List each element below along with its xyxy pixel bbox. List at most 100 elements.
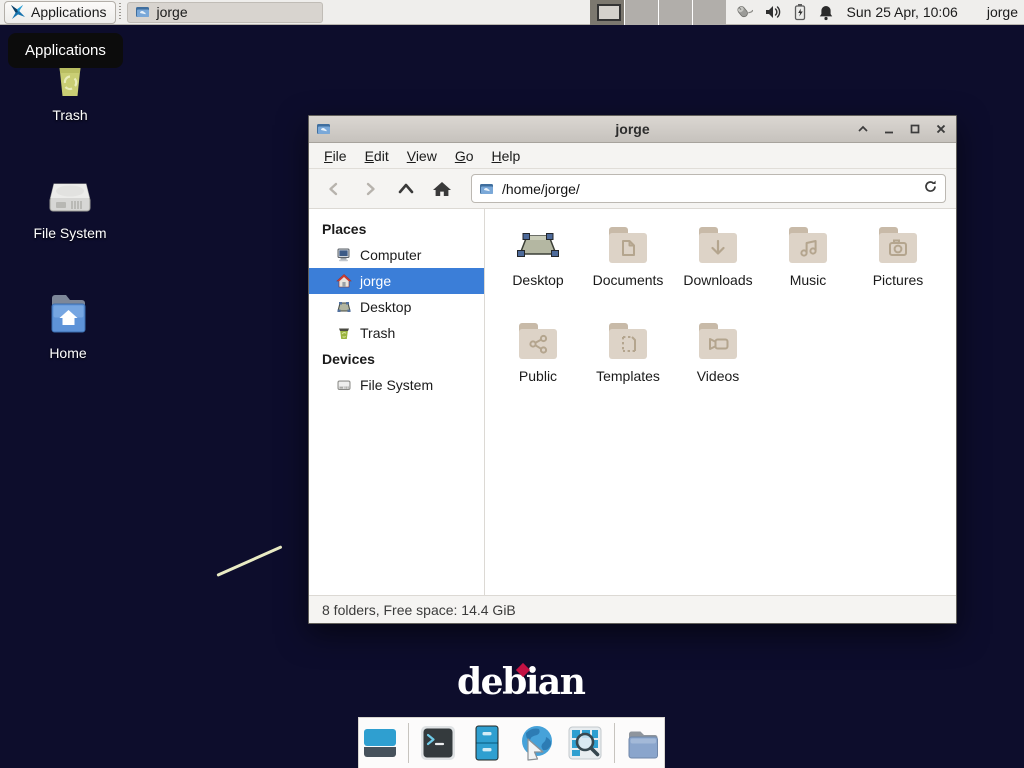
videos-folder-icon xyxy=(693,317,743,365)
sidebar-item-computer[interactable]: Computer xyxy=(309,242,484,268)
trash-icon xyxy=(336,325,352,341)
pictures-folder-icon xyxy=(873,221,923,269)
terminal-icon xyxy=(418,723,458,763)
terminal-launcher[interactable] xyxy=(417,722,458,764)
desktop-icon-label: Home xyxy=(8,345,128,361)
desktop-annotation-line xyxy=(216,545,282,577)
close-button[interactable] xyxy=(932,120,950,138)
path-folder-icon xyxy=(479,181,495,197)
window-titlebar[interactable]: jorge xyxy=(309,116,956,143)
top-panel: Applications jorge xyxy=(0,0,1024,25)
file-item-downloads[interactable]: Downloads xyxy=(673,221,763,317)
file-item-desktop[interactable]: Desktop xyxy=(493,221,583,317)
file-item-label: Documents xyxy=(583,272,673,288)
file-item-label: Music xyxy=(763,272,853,288)
panel-username[interactable]: jorge xyxy=(987,4,1018,20)
sidebar-item-label: File System xyxy=(360,377,433,393)
taskbar-window-button[interactable]: jorge xyxy=(127,2,323,23)
applications-tooltip: Applications xyxy=(8,33,123,68)
minimize-button[interactable] xyxy=(880,120,898,138)
sidebar-item-label: Desktop xyxy=(360,299,411,315)
up-button[interactable] xyxy=(391,174,421,204)
home-icon xyxy=(336,273,352,289)
web-browser-launcher[interactable] xyxy=(516,722,557,764)
app-finder-launcher[interactable] xyxy=(565,722,606,764)
hard-drive-icon xyxy=(44,170,96,220)
open-folder-icon xyxy=(135,4,151,20)
desktop-icon-label: File System xyxy=(10,225,130,241)
file-cabinet-icon xyxy=(467,723,507,763)
desktop-icon-file-system[interactable]: File System xyxy=(10,170,130,241)
file-view[interactable]: Desktop Documents xyxy=(485,209,956,595)
file-item-label: Pictures xyxy=(853,272,943,288)
menu-edit[interactable]: Edit xyxy=(356,145,398,167)
menubar: File Edit View Go Help xyxy=(309,143,956,169)
file-item-label: Videos xyxy=(673,368,763,384)
menu-go[interactable]: Go xyxy=(446,145,483,167)
file-item-documents[interactable]: Documents xyxy=(583,221,673,317)
sidebar-item-file-system[interactable]: File System xyxy=(309,372,484,398)
web-browser-icon xyxy=(516,723,556,763)
show-desktop-icon xyxy=(360,723,400,763)
file-item-label: Public xyxy=(493,368,583,384)
desktop-icon xyxy=(336,299,352,315)
file-manager-launcher[interactable] xyxy=(466,722,507,764)
applications-menu-button[interactable]: Applications xyxy=(4,1,116,24)
maximize-button[interactable] xyxy=(906,120,924,138)
toolbar: /home/jorge/ xyxy=(309,169,956,209)
documents-folder-icon xyxy=(603,221,653,269)
music-folder-icon xyxy=(783,221,833,269)
forward-button[interactable] xyxy=(355,174,385,204)
notifications-bell-icon[interactable] xyxy=(818,4,834,21)
workspace-4[interactable] xyxy=(692,0,726,25)
sidebar-item-desktop[interactable]: Desktop xyxy=(309,294,484,320)
volume-icon[interactable] xyxy=(764,4,782,20)
public-folder-icon xyxy=(513,317,563,365)
taskbar-window-label: jorge xyxy=(157,4,188,20)
sidebar-item-trash[interactable]: Trash xyxy=(309,320,484,346)
file-item-public[interactable]: Public xyxy=(493,317,583,413)
bottom-dock xyxy=(358,717,665,768)
file-item-templates[interactable]: Templates xyxy=(583,317,673,413)
panel-clock[interactable]: Sun 25 Apr, 10:06 xyxy=(847,4,958,20)
workspace-switcher xyxy=(590,0,726,25)
dock-separator xyxy=(408,723,409,763)
file-item-videos[interactable]: Videos xyxy=(673,317,763,413)
statusbar-text: 8 folders, Free space: 14.4 GiB xyxy=(322,602,516,618)
menu-help[interactable]: Help xyxy=(483,145,530,167)
folder-icon xyxy=(623,723,663,763)
reload-button[interactable] xyxy=(923,179,938,199)
file-item-pictures[interactable]: Pictures xyxy=(853,221,943,317)
path-input[interactable]: /home/jorge/ xyxy=(502,181,916,197)
sidebar-item-jorge[interactable]: jorge xyxy=(309,268,484,294)
shade-button[interactable] xyxy=(854,120,872,138)
back-button[interactable] xyxy=(319,174,349,204)
sidebar-item-label: Computer xyxy=(360,247,421,263)
file-manager-window: jorge File Edit View Go Help xyxy=(308,115,957,624)
workspace-3[interactable] xyxy=(658,0,692,25)
menu-file[interactable]: File xyxy=(315,145,356,167)
mouse-device-icon[interactable] xyxy=(733,3,753,21)
file-item-music[interactable]: Music xyxy=(763,221,853,317)
battery-icon[interactable] xyxy=(793,3,807,21)
dock-separator xyxy=(614,723,615,763)
sidebar: Places Computer jorge xyxy=(309,209,485,595)
home-button[interactable] xyxy=(427,174,457,204)
hard-drive-icon xyxy=(336,377,352,393)
home-folder-icon xyxy=(42,290,94,340)
path-bar[interactable]: /home/jorge/ xyxy=(471,174,946,203)
sidebar-header-devices: Devices xyxy=(309,346,484,372)
desktop-icon-home[interactable]: Home xyxy=(8,290,128,361)
workspace-window-preview xyxy=(597,4,621,21)
directory-menu-button[interactable] xyxy=(623,722,664,764)
sidebar-item-label: Trash xyxy=(360,325,395,341)
workspace-1[interactable] xyxy=(590,0,624,25)
panel-handle[interactable] xyxy=(118,3,125,21)
menu-view[interactable]: View xyxy=(398,145,446,167)
downloads-folder-icon xyxy=(693,221,743,269)
applications-menu-label: Applications xyxy=(31,4,107,20)
workspace-2[interactable] xyxy=(624,0,658,25)
file-item-label: Desktop xyxy=(493,272,583,288)
xfce-menu-icon xyxy=(10,4,26,20)
show-desktop-button[interactable] xyxy=(359,722,400,764)
